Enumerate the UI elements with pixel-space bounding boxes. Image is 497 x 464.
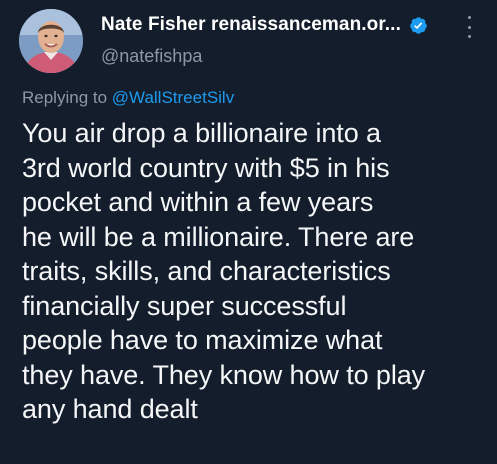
reply-mention-link[interactable]: @WallStreetSilv (112, 88, 234, 107)
avatar-photo (19, 9, 83, 73)
author-handle[interactable]: @natefishpa (101, 46, 202, 67)
more-options-icon[interactable] (465, 16, 473, 38)
author-name-row: Nate Fisher renaissanceman.or... (101, 14, 428, 36)
author-display-name[interactable]: Nate Fisher renaissanceman.or... (101, 14, 401, 36)
replying-to-label: Replying to (22, 88, 112, 107)
tweet-card: Nate Fisher renaissanceman.or... @natefi… (0, 0, 497, 464)
tweet-text: You air drop a billionaire into a 3rd wo… (22, 118, 426, 424)
replying-to-line: Replying to @WallStreetSilv (22, 88, 234, 108)
avatar[interactable] (19, 9, 83, 73)
verified-badge-icon (409, 16, 428, 35)
